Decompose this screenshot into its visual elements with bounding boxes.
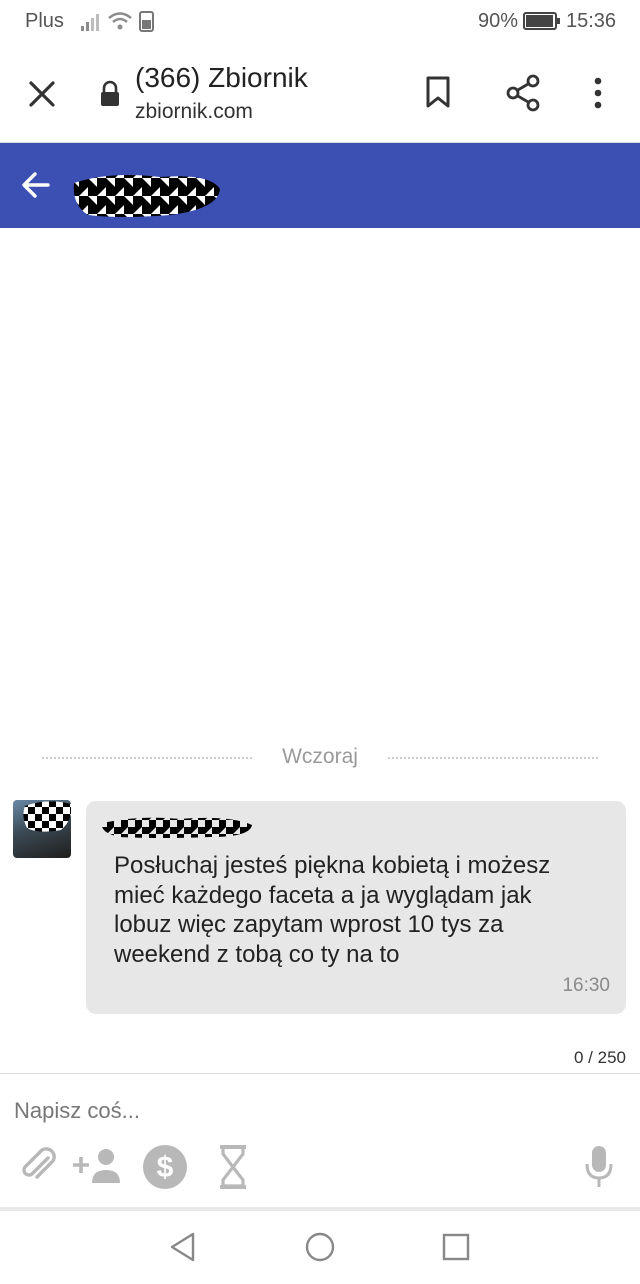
microphone-icon[interactable] [583,1144,615,1190]
svg-text:$: $ [157,1151,174,1184]
dollar-icon[interactable]: $ [142,1144,188,1190]
avatar[interactable] [13,800,71,858]
message-bubble[interactable]: Posłuchaj jesteś piękna kobietą i możesz… [86,801,626,1014]
chat-header [0,143,640,228]
close-icon[interactable] [28,80,56,108]
avatar-redaction-scribble [23,801,71,832]
nav-home-icon[interactable] [304,1231,336,1263]
battery-icon [523,12,560,30]
message-timestamp: 16:30 [562,975,610,996]
more-options-icon[interactable] [591,76,605,110]
back-arrow-icon[interactable] [20,169,52,201]
page-title: (366) Zbiornik [135,62,308,93]
bookmark-icon[interactable] [424,75,452,109]
nav-recents-icon[interactable] [441,1232,471,1262]
message-input[interactable]: Napisz coś... [14,1098,140,1124]
add-user-icon[interactable] [72,1146,124,1186]
wifi-icon [108,12,132,30]
attach-icon[interactable] [20,1146,58,1186]
nav-back-icon[interactable] [168,1231,198,1263]
sim-icon [139,11,154,32]
message-text: Posłuchaj jesteś piękna kobietą i możesz… [114,852,551,968]
share-icon[interactable] [505,74,541,112]
signal-icon [81,14,99,31]
character-counter: 0 / 250 [574,1048,626,1067]
redacted-username-scribble [73,175,221,217]
carrier-label: Plus [25,10,64,32]
clock: 15:36 [566,10,617,32]
redacted-sender-scribble [101,817,253,838]
system-navigation-bar [0,1207,640,1284]
date-separator: Wczoraj [282,745,358,768]
lock-icon [101,80,119,106]
hourglass-icon[interactable] [217,1144,249,1190]
page-url[interactable]: zbiornik.com [135,100,253,124]
composer-divider [0,1073,640,1074]
browser-toolbar: (366) Zbiornik zbiornik.com [0,44,640,143]
status-bar: Plus 90% 15:36 [0,0,640,44]
battery-percent: 90% [478,10,519,32]
